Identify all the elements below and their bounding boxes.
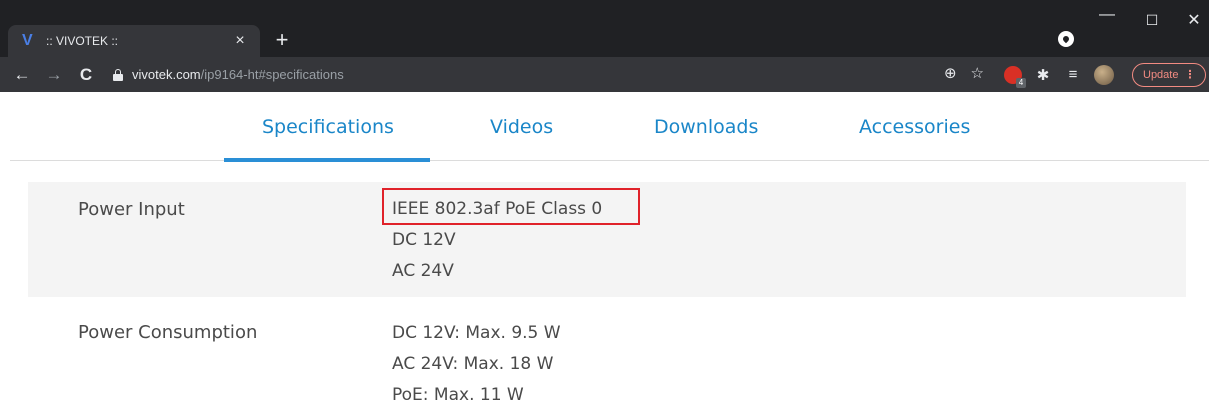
url-host: vivotek.com [132,67,201,82]
forward-arrow-icon[interactable]: → [42,65,66,85]
spec-value: PoE: Max. 11 W [392,385,524,405]
zoom-icon[interactable]: ⊕ [944,64,957,82]
lock-icon[interactable] [112,68,124,81]
address-bar[interactable]: vivotek.com/ip9164-ht#specifications ⊕ ☆ [106,60,994,90]
spec-label: Power Input [78,199,185,220]
new-tab-button[interactable]: + [270,28,294,52]
browser-chrome: V :: VIVOTEK :: × + — ☐ ✕ ← → C vivotek.… [0,0,1209,92]
extension-badge-count: 4 [1016,77,1026,88]
window-close-button[interactable]: ✕ [1184,10,1204,30]
spec-values: DC 12V: Max. 9.5 W AC 24V: Max. 18 W PoE… [392,322,561,415]
spec-value: AC 24V [392,261,454,281]
window-minimize-button[interactable]: — [1097,6,1117,24]
update-button[interactable]: Update ⋮ [1132,62,1207,87]
spec-row-power-input: Power Input IEEE 802.3af PoE Class 0 DC … [28,182,1186,297]
spec-value: DC 12V: Max. 9.5 W [392,323,561,343]
tab-nav-divider [10,160,1209,161]
tab-videos[interactable]: Videos [490,116,553,138]
browser-toolbar: ← → C vivotek.com/ip9164-ht#specificatio… [0,57,1209,92]
active-tab-indicator [224,158,430,162]
tab-search-icon[interactable] [1058,31,1074,47]
update-button-label: Update [1143,68,1179,81]
reload-icon[interactable]: C [74,65,98,85]
page-content: Specifications Videos Downloads Accessor… [0,92,1209,419]
window-maximize-button[interactable]: ☐ [1142,12,1162,29]
spec-values: IEEE 802.3af PoE Class 0 DC 12V AC 24V [382,188,640,291]
extensions-puzzle-icon[interactable]: ✱ [1034,66,1052,84]
tab-accessories[interactable]: Accessories [859,116,970,138]
omnibox-actions: ⊕ ☆ [944,64,984,82]
spec-row-power-consumption: Power Consumption DC 12V: Max. 9.5 W AC … [28,300,1186,419]
browser-tab-vivotek[interactable]: V :: VIVOTEK :: × [8,25,260,57]
extension-badge-icon[interactable]: 4 [1004,65,1026,88]
profile-avatar[interactable] [1094,64,1114,85]
tab-strip: V :: VIVOTEK :: × + — ☐ ✕ [0,0,1209,57]
tab-downloads[interactable]: Downloads [654,116,758,138]
vivotek-favicon-icon: V [22,32,33,49]
spec-value: IEEE 802.3af PoE Class 0 [392,199,603,219]
spec-label: Power Consumption [78,322,258,343]
product-tab-nav: Specifications Videos Downloads Accessor… [0,92,1209,162]
tab-specifications[interactable]: Specifications [262,116,394,138]
menu-dots-icon: ⋮ [1184,68,1196,81]
spec-value: AC 24V: Max. 18 W [392,354,554,374]
spec-value: DC 12V [392,230,456,250]
tab-title: :: VIVOTEK :: [46,34,119,48]
bookmark-star-icon[interactable]: ☆ [971,64,984,82]
tab-close-icon[interactable]: × [232,32,248,50]
url-path: /ip9164-ht#specifications [200,67,344,82]
media-queue-icon[interactable]: ≡ [1064,66,1082,83]
extensions-area: 4 ✱ ≡ Update ⋮ [1004,62,1207,88]
back-arrow-icon[interactable]: ← [10,65,34,85]
url-text[interactable]: vivotek.com/ip9164-ht#specifications [132,67,344,82]
